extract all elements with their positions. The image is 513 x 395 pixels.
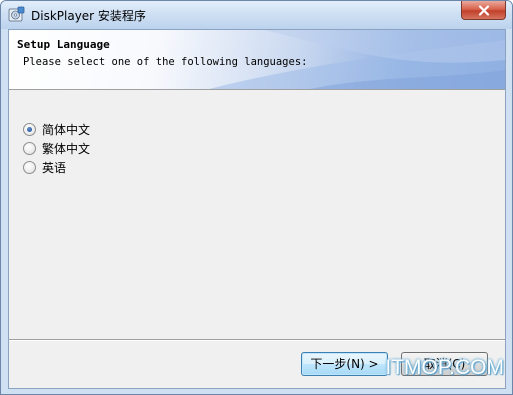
page-subtitle: Please select one of the following langu… <box>23 56 308 68</box>
header-banner: Setup Language Please select one of the … <box>9 30 505 90</box>
installer-window: DiskPlayer 安装程序 Setup Language Please se… <box>0 0 513 395</box>
language-option-english[interactable]: 英语 <box>23 158 90 177</box>
page-title: Setup Language <box>17 38 110 51</box>
option-label: 英语 <box>42 161 67 175</box>
close-button[interactable] <box>461 1 506 20</box>
language-radio-group: 简体中文 繁体中文 英语 <box>23 120 90 177</box>
close-icon <box>478 4 490 16</box>
radio-button[interactable] <box>23 123 36 136</box>
radio-button[interactable] <box>23 142 36 155</box>
language-option-traditional-chinese[interactable]: 繁体中文 <box>23 139 90 158</box>
next-button[interactable]: 下一步(N) > <box>301 352 388 376</box>
option-label: 繁体中文 <box>42 142 91 156</box>
language-option-simplified-chinese[interactable]: 简体中文 <box>23 120 90 139</box>
footer-divider <box>9 339 505 341</box>
radio-button[interactable] <box>23 161 36 174</box>
option-label: 简体中文 <box>42 123 91 137</box>
installer-disk-icon <box>8 6 25 23</box>
window-title: DiskPlayer 安装程序 <box>31 9 146 23</box>
title-bar[interactable]: DiskPlayer 安装程序 <box>1 1 512 29</box>
site-watermark: ITMOP.COM <box>385 356 504 379</box>
dialog-body: Setup Language Please select one of the … <box>8 29 506 389</box>
